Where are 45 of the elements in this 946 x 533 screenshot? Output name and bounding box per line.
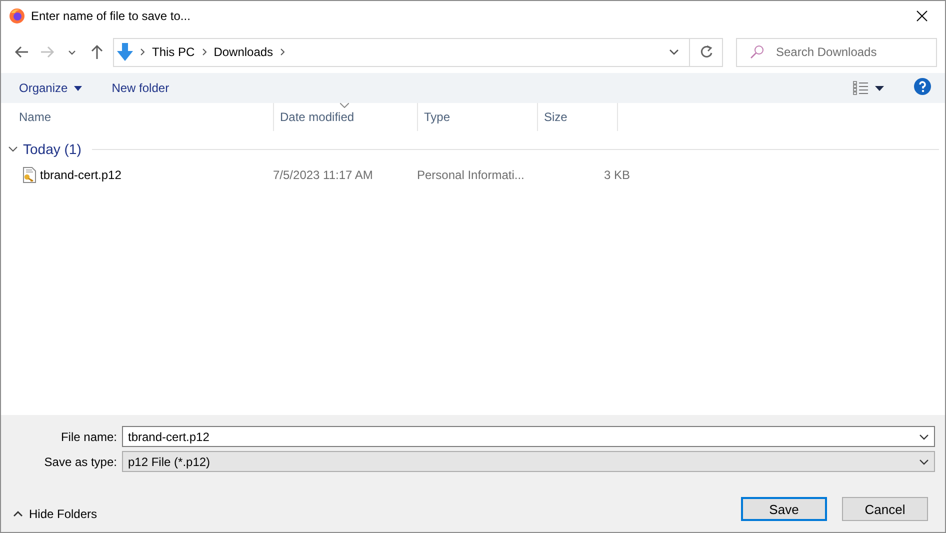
hide-folders-button[interactable]: Hide Folders xyxy=(13,507,98,521)
address-bar[interactable]: This PC Downloads xyxy=(113,38,723,66)
caret-icon[interactable] xyxy=(669,49,679,55)
caret-icon xyxy=(919,434,929,440)
breadcrumb-item[interactable]: This PC xyxy=(152,45,195,59)
caret-icon xyxy=(919,458,929,464)
back-arrow-icon[interactable] xyxy=(14,44,30,60)
breadcrumb-item[interactable]: Downloads xyxy=(214,45,274,59)
file-name[interactable]: tbrand-cert.p12 xyxy=(40,168,122,182)
size-cell-text: 3 KB xyxy=(602,168,630,182)
file-name-field[interactable]: tbrand-cert.p12 xyxy=(122,426,935,447)
view-options-button[interactable] xyxy=(853,81,884,95)
save-button[interactable]: Save xyxy=(741,497,827,521)
list-view-icon xyxy=(853,81,869,95)
caret-icon xyxy=(74,86,82,90)
search-icon xyxy=(750,44,764,58)
search-field[interactable]: Search Downloads xyxy=(736,38,937,66)
type-cell-text: Personal Informati... xyxy=(417,168,526,182)
chevron-icon xyxy=(140,48,145,56)
caret-icon xyxy=(875,86,884,90)
date-cell-text: 7/5/2023 11:17 AM xyxy=(273,168,374,182)
cancel-button[interactable]: Cancel xyxy=(842,497,928,521)
column-header[interactable]: Type xyxy=(418,103,538,131)
organize-button[interactable]: Organize xyxy=(19,81,82,95)
window-title: Enter name of file to save to... xyxy=(31,9,192,23)
file-type-label: Save as type: xyxy=(43,454,118,468)
down-arrow-icon xyxy=(117,43,133,61)
column-header[interactable]: Name xyxy=(19,103,274,131)
refresh-icon[interactable] xyxy=(700,45,712,59)
column-header[interactable]: Date modified xyxy=(274,103,418,131)
new-folder-button[interactable]: New folder xyxy=(112,81,170,95)
group-header[interactable]: Today (1) xyxy=(23,141,82,157)
column-header[interactable]: Size xyxy=(538,103,618,131)
browser-icon xyxy=(9,8,25,24)
file-type-field[interactable]: p12 File (*.p12) xyxy=(122,451,935,472)
chevron-icon xyxy=(202,48,207,56)
chevron-icon xyxy=(280,48,286,56)
up-arrow-icon[interactable] xyxy=(89,44,105,60)
file-name-label: File name: xyxy=(60,430,118,444)
help-icon[interactable] xyxy=(914,78,931,95)
chevron-up-icon xyxy=(13,511,23,517)
sort-caret-icon xyxy=(340,103,349,108)
chevron-icon[interactable] xyxy=(8,146,18,152)
certificate-file-icon xyxy=(21,167,37,183)
close-icon[interactable] xyxy=(916,10,928,22)
